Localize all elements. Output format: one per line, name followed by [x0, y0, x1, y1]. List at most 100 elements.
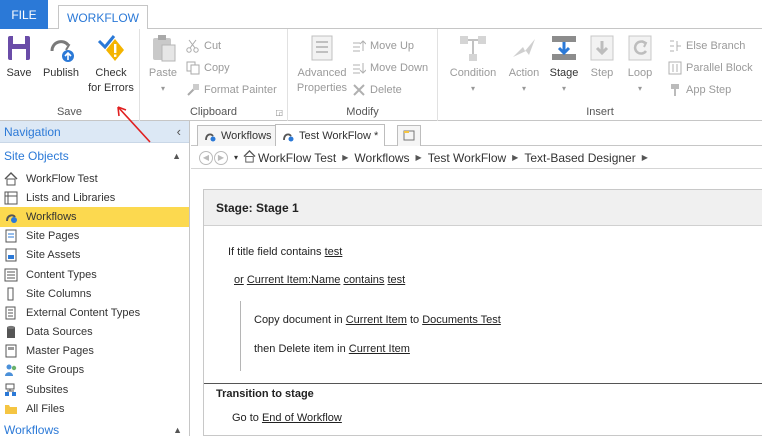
tab-file[interactable]: FILE	[0, 0, 48, 29]
breadcrumb-separator-icon[interactable]: ▶	[512, 153, 518, 162]
move-down-button[interactable]: Move Down	[352, 59, 428, 77]
copy-button[interactable]: Copy	[186, 59, 230, 77]
nav-item-site-assets[interactable]: Site Assets	[0, 246, 189, 265]
nav-item-label: Site Assets	[26, 249, 81, 262]
breadcrumb-separator-icon[interactable]: ▶	[342, 153, 348, 162]
loop-dropdown-icon[interactable]: ▾	[624, 81, 656, 96]
step-button[interactable]: Step	[586, 33, 618, 81]
tab-workflow[interactable]: WORKFLOW	[58, 5, 148, 30]
breadcrumb-item[interactable]: Text-Based Designer	[524, 151, 635, 165]
stage-button[interactable]: Stage ▾	[546, 33, 582, 96]
app-step-label: App Step	[686, 84, 732, 96]
nav-item-workflows[interactable]: Workflows	[0, 207, 189, 227]
action-text: to	[409, 314, 420, 326]
breadcrumb-item[interactable]: Workflows	[354, 151, 409, 165]
check-label-1: Check	[95, 67, 127, 79]
publish-button[interactable]: Publish	[40, 33, 82, 81]
condition-button[interactable]: Condition ▾	[446, 33, 500, 96]
breadcrumb-item[interactable]: Test WorkFlow	[428, 151, 506, 165]
source-link[interactable]: Current Item	[346, 314, 407, 326]
stage-title[interactable]: Stage: Stage 1	[204, 190, 762, 226]
group-modify: Advanced Properties Move Up Move Down De…	[288, 29, 438, 121]
breadcrumb-separator-icon[interactable]: ▶	[642, 153, 648, 162]
brush-icon	[186, 83, 200, 97]
else-branch-button[interactable]: Else Branch	[668, 37, 745, 55]
nav-item-site-pages[interactable]: Site Pages	[0, 227, 189, 246]
nav-item-all-files[interactable]: All Files	[0, 399, 189, 418]
action-dropdown-icon[interactable]: ▾	[504, 81, 544, 96]
check-errors-icon	[96, 33, 126, 63]
nav-item-label: WorkFlow Test	[26, 172, 98, 185]
delete-button[interactable]: Delete	[352, 81, 402, 99]
paste-label: Paste	[148, 67, 178, 79]
group-label-modify: Modify	[346, 106, 379, 118]
action-button[interactable]: Action ▾	[504, 33, 544, 96]
dialog-launcher-icon[interactable]: ◲	[275, 108, 283, 117]
nav-item-lists-and-libraries[interactable]: Lists and Libraries	[0, 188, 189, 207]
nav-item-subsites[interactable]: Subsites	[0, 380, 189, 399]
properties-icon	[307, 33, 337, 63]
nav-item-workflow-test[interactable]: WorkFlow Test	[0, 169, 189, 188]
nav-item-data-sources[interactable]: Data Sources	[0, 323, 189, 342]
nav-item-label: Lists and Libraries	[26, 191, 116, 204]
nav-item-site-columns[interactable]: Site Columns	[0, 284, 189, 303]
destination-link[interactable]: Documents Test	[422, 314, 501, 326]
nav-item-external-content-types[interactable]: External Content Types	[0, 303, 189, 322]
target-link[interactable]: Current Item	[349, 343, 410, 355]
save-button[interactable]: Save	[4, 33, 34, 81]
navigation-title: Navigation	[4, 124, 61, 139]
value-link[interactable]: test	[387, 274, 405, 286]
ribbon: Save Publish Check for Errors Save Paste…	[0, 29, 762, 121]
check-label-2: for Errors	[88, 82, 134, 94]
site-objects-header[interactable]: Site Objects ▲	[0, 143, 189, 169]
condition-value-link[interactable]: test	[325, 246, 343, 258]
condition-label: Condition	[449, 67, 497, 79]
cut-label: Cut	[204, 40, 222, 52]
check-for-errors-button[interactable]: Check for Errors	[84, 33, 138, 96]
workflow-icon	[282, 130, 294, 142]
home-icon	[4, 171, 18, 186]
nav-item-label: Subsites	[26, 383, 69, 396]
chevron-up-icon[interactable]: ▲	[172, 151, 181, 161]
list-icon	[4, 191, 18, 205]
nav-item-content-types[interactable]: Content Types	[0, 265, 189, 284]
paste-button[interactable]: Paste ▾	[146, 33, 180, 96]
doc-tab-test-workflow[interactable]: Test WorkFlow *	[275, 124, 386, 146]
workflows-section-header[interactable]: Workflows ▲	[0, 423, 190, 436]
back-arrow-icon[interactable]: ◀	[199, 150, 213, 165]
goto-line: Go to End of Workflow	[232, 412, 342, 424]
groups-icon	[4, 363, 18, 377]
cut-button[interactable]: Cut	[186, 37, 221, 55]
breadcrumb: ◀ ▶ ▾ WorkFlow Test ▶ Workflows ▶ Test W…	[191, 147, 762, 169]
nav-item-master-pages[interactable]: Master Pages	[0, 342, 189, 361]
field-link[interactable]: Current Item:Name	[247, 274, 341, 286]
or-link[interactable]: or	[234, 274, 244, 286]
format-painter-button[interactable]: Format Painter	[186, 81, 277, 99]
stage-icon	[549, 33, 579, 63]
collapse-nav-icon[interactable]: ‹	[177, 124, 181, 139]
new-tab-button[interactable]	[397, 125, 421, 146]
step-label: Step	[590, 67, 614, 79]
parallel-block-button[interactable]: Parallel Block	[668, 59, 753, 77]
app-step-button[interactable]: App Step	[668, 81, 731, 99]
goto-target-link[interactable]: End of Workflow	[262, 412, 342, 424]
operator-link[interactable]: contains	[343, 274, 384, 286]
move-down-label: Move Down	[370, 62, 429, 74]
history-dropdown-icon[interactable]: ▾	[234, 153, 238, 162]
breadcrumb-separator-icon[interactable]: ▶	[416, 153, 422, 162]
forward-arrow-icon[interactable]: ▶	[214, 150, 228, 165]
parallel-block-label: Parallel Block	[686, 62, 753, 74]
move-up-button[interactable]: Move Up	[352, 37, 414, 55]
loop-button[interactable]: Loop ▾	[624, 33, 656, 96]
nav-item-label: Data Sources	[26, 326, 93, 339]
paste-dropdown-icon[interactable]: ▾	[146, 81, 180, 96]
condition-dropdown-icon[interactable]: ▾	[446, 81, 500, 96]
nav-item-site-groups[interactable]: Site Groups	[0, 361, 189, 380]
chevron-up-icon[interactable]: ▲	[173, 425, 182, 435]
condition-icon	[458, 33, 488, 63]
stage-dropdown-icon[interactable]: ▾	[546, 81, 582, 96]
doc-tab-workflows[interactable]: Workflows	[197, 125, 279, 146]
advanced-properties-button[interactable]: Advanced Properties	[294, 33, 350, 96]
breadcrumb-item[interactable]: WorkFlow Test	[258, 151, 336, 165]
columns-icon	[4, 287, 18, 301]
